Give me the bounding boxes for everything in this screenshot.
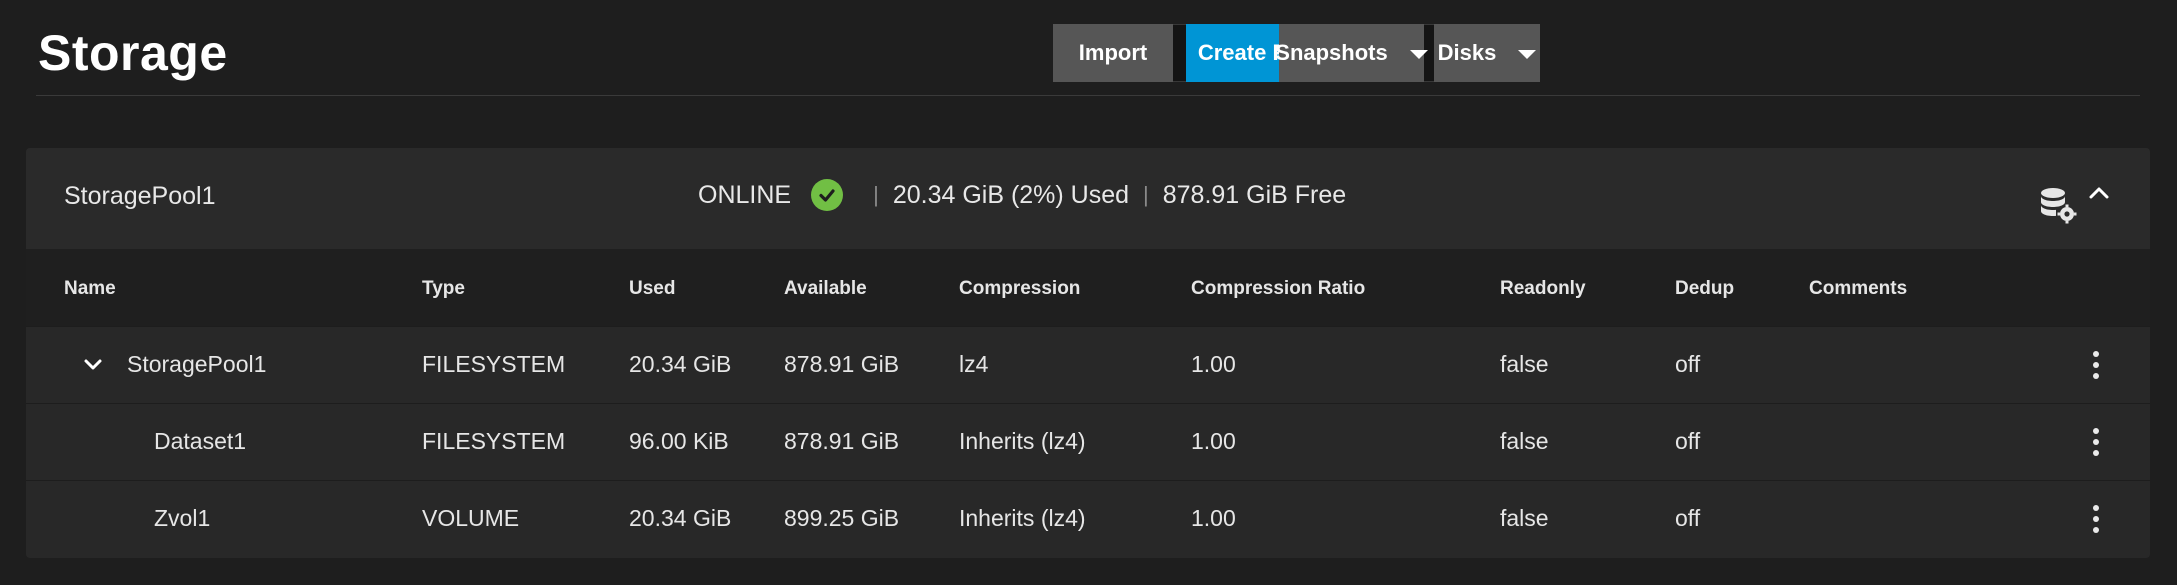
pool-used: 20.34 GiB (2%) Used <box>892 180 1130 209</box>
column-header-available[interactable]: Available <box>784 278 867 300</box>
chevron-down-icon[interactable] <box>82 357 104 373</box>
row-type: VOLUME <box>422 505 520 531</box>
row-readonly: false <box>1500 351 1549 377</box>
separator: | <box>873 182 879 207</box>
more-vert-icon[interactable] <box>2086 501 2106 537</box>
pool-card-header: StoragePool1 ONLINE | 20.34 GiB (2%) Use… <box>26 148 2150 249</box>
row-compression: Inherits (lz4) <box>959 505 1086 531</box>
column-header-used[interactable]: Used <box>629 278 675 300</box>
page-header: Storage Import Create Pool Snapshots Dis… <box>36 0 2140 96</box>
pool-card: StoragePool1 ONLINE | 20.34 GiB (2%) Use… <box>26 148 2150 558</box>
column-header-name[interactable]: Name <box>64 278 116 300</box>
row-compression-ratio: 1.00 <box>1191 428 1236 454</box>
check-circle-icon <box>811 179 844 211</box>
page-title: Storage <box>38 25 228 81</box>
snapshots-button-label: Snapshots <box>1275 40 1388 65</box>
more-vert-icon[interactable] <box>2086 424 2106 460</box>
row-name: Zvol1 <box>154 505 211 531</box>
snapshots-button[interactable]: Snapshots <box>1275 24 1428 82</box>
row-compression: lz4 <box>959 351 989 377</box>
row-readonly: false <box>1500 428 1549 454</box>
column-header-readonly[interactable]: Readonly <box>1500 278 1586 300</box>
separator: | <box>1143 182 1149 207</box>
row-type: FILESYSTEM <box>422 428 566 454</box>
disks-button-label: Disks <box>1437 40 1497 65</box>
more-vert-icon[interactable] <box>2086 347 2106 383</box>
chevron-down-icon <box>1518 50 1537 59</box>
storage-page: Storage Import Create Pool Snapshots Dis… <box>0 0 2177 585</box>
row-dedup: off <box>1675 428 1701 454</box>
table-row[interactable]: Zvol1 VOLUME 20.34 GiB 899.25 GiB Inheri… <box>26 480 2150 557</box>
column-header-type[interactable]: Type <box>422 278 465 300</box>
column-header-compression-ratio[interactable]: Compression Ratio <box>1191 278 1365 300</box>
row-used: 20.34 GiB <box>629 351 732 377</box>
chevron-up-icon[interactable] <box>2086 180 2112 206</box>
row-compression: Inherits (lz4) <box>959 428 1086 454</box>
pool-status-text: ONLINE <box>698 180 792 209</box>
row-name: StoragePool1 <box>127 351 267 377</box>
row-compression-ratio: 1.00 <box>1191 351 1236 377</box>
import-button-label: Import <box>1078 40 1148 65</box>
table-header: Name Type Used Available Compression Com… <box>26 249 2150 326</box>
row-name: Dataset1 <box>154 428 247 454</box>
pool-status: ONLINE | 20.34 GiB (2%) Used | 878.91 Gi… <box>698 178 1346 212</box>
column-header-dedup[interactable]: Dedup <box>1675 278 1734 300</box>
row-type: FILESYSTEM <box>422 351 566 377</box>
disks-button[interactable]: Disks <box>1434 24 1540 82</box>
table-row[interactable]: StoragePool1 FILESYSTEM 20.34 GiB 878.91… <box>26 326 2150 403</box>
row-used: 20.34 GiB <box>629 505 732 531</box>
database-settings-icon[interactable] <box>2037 184 2077 224</box>
import-button[interactable]: Import <box>1053 24 1173 82</box>
row-dedup: off <box>1675 351 1701 377</box>
column-header-compression[interactable]: Compression <box>959 278 1080 300</box>
row-available: 899.25 GiB <box>784 505 900 531</box>
chevron-down-icon <box>1409 50 1428 59</box>
row-compression-ratio: 1.00 <box>1191 505 1236 531</box>
column-header-comments[interactable]: Comments <box>1809 278 1907 300</box>
row-readonly: false <box>1500 505 1549 531</box>
row-available: 878.91 GiB <box>784 428 900 454</box>
table-row[interactable]: Dataset1 FILESYSTEM 96.00 KiB 878.91 GiB… <box>26 403 2150 480</box>
pool-free: 878.91 GiB Free <box>1162 180 1347 209</box>
row-dedup: off <box>1675 505 1701 531</box>
pool-name: StoragePool1 <box>64 182 216 210</box>
row-used: 96.00 KiB <box>629 428 729 454</box>
row-available: 878.91 GiB <box>784 351 900 377</box>
